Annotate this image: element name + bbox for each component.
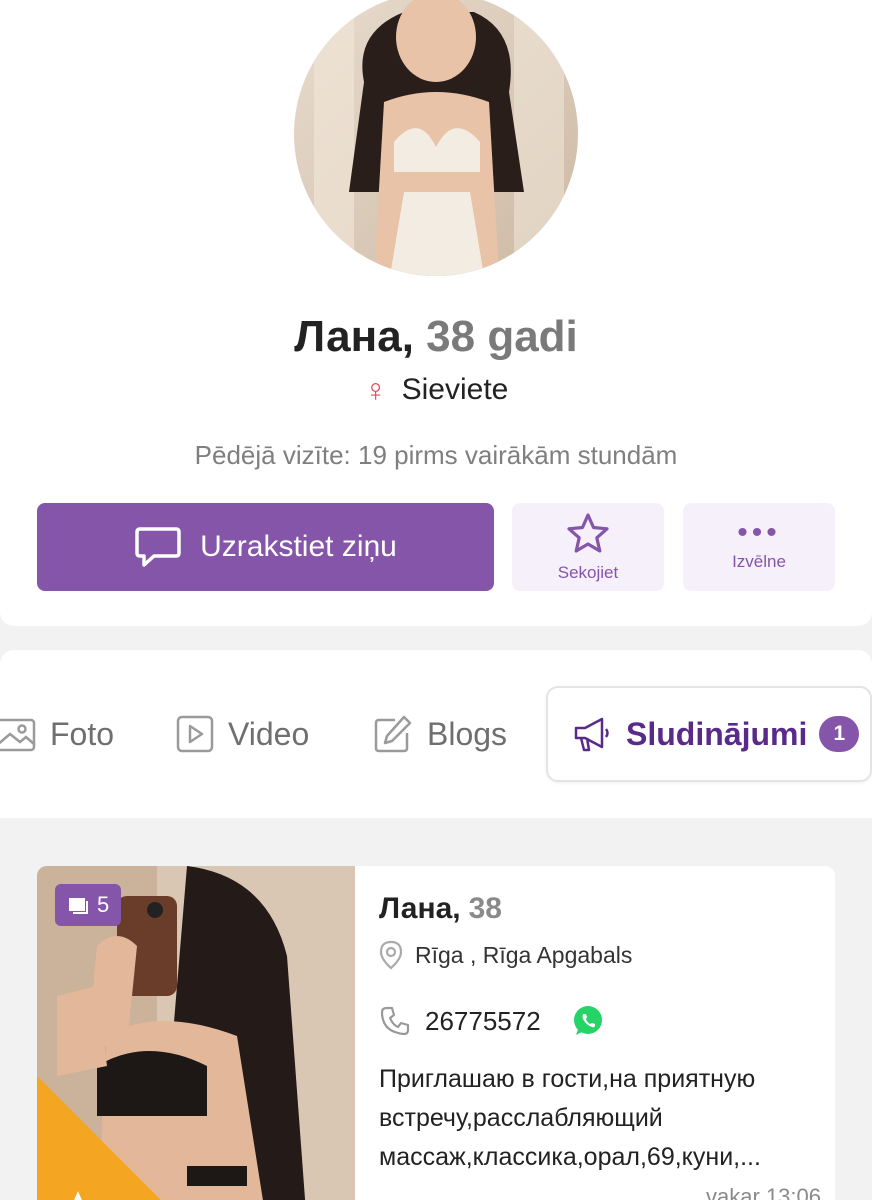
tab-foto-label: Foto xyxy=(50,715,115,752)
phone-icon xyxy=(379,1005,411,1037)
video-icon xyxy=(176,715,214,753)
more-dots-icon: ••• xyxy=(737,516,781,549)
ad-location: Rīga , Rīga Apgabals xyxy=(379,940,632,970)
profile-name: Лана, xyxy=(294,312,414,361)
location-pin-icon xyxy=(379,940,403,970)
chat-icon xyxy=(134,525,182,569)
profile-card: Лана, 38 gadi ♀ Sieviete Pēdējā vizīte: 1… xyxy=(0,0,872,626)
ad-body: Лана, 38 Rīga , Rīga Apgabals 26775572 Пр… xyxy=(379,866,835,1200)
tab-ads[interactable]: Sludinājumi 1 xyxy=(546,686,872,782)
follow-button[interactable]: Sekojiet xyxy=(512,503,664,591)
female-icon: ♀ xyxy=(363,372,388,408)
ad-name: Лана, xyxy=(379,892,461,925)
ad-photo[interactable]: 5 xyxy=(37,866,355,1200)
last-visit: Pēdējā vizīte: 19 pirms vairākām stundām xyxy=(194,440,678,470)
ad-phone[interactable]: 26775572 xyxy=(379,1004,605,1038)
gender-line: ♀ Sieviete xyxy=(0,372,872,409)
vip-star-icon xyxy=(74,1191,82,1200)
tab-video-label: Video xyxy=(228,715,310,752)
photo-count-badge[interactable]: 5 xyxy=(55,884,122,926)
ad-location-text: Rīga , Rīga Apgabals xyxy=(415,941,633,968)
ads-count-badge: 1 xyxy=(819,716,860,752)
ad-name-age[interactable]: Лана, 38 xyxy=(379,892,502,926)
menu-button[interactable]: ••• Izvēlne xyxy=(683,503,835,591)
megaphone-icon xyxy=(574,717,609,752)
gallery-icon xyxy=(69,898,88,914)
profile-age: 38 gadi xyxy=(426,312,578,361)
photo-count: 5 xyxy=(97,892,110,917)
ad-timestamp: vakar 13:06 xyxy=(706,1184,821,1200)
vip-corner xyxy=(37,1076,187,1200)
tab-ads-label: Sludinājumi xyxy=(626,715,808,752)
menu-label: Izvēlne xyxy=(732,552,786,571)
write-message-button[interactable]: Uzrakstiet ziņu xyxy=(37,503,494,591)
ad-description: Приглашаю в гости,на приятную встречу,ра… xyxy=(379,1065,761,1171)
tab-video[interactable]: Video xyxy=(176,686,309,782)
gender-label: Sieviete xyxy=(401,373,509,406)
avatar[interactable] xyxy=(294,0,578,276)
ad-age: 38 xyxy=(468,892,502,925)
tab-foto[interactable]: Foto xyxy=(0,686,114,782)
ad-phone-number: 26775572 xyxy=(425,1005,541,1036)
edit-icon xyxy=(374,715,412,753)
star-icon xyxy=(566,512,610,559)
ad-card[interactable]: 5 Лана, 38 Rīga , Rīga Apgabals 26775572 … xyxy=(37,866,835,1200)
image-icon xyxy=(0,718,36,752)
tab-blogs[interactable]: Blogs xyxy=(373,686,507,782)
tab-blogs-label: Blogs xyxy=(427,715,508,752)
follow-label: Sekojiet xyxy=(557,562,619,582)
whatsapp-icon[interactable] xyxy=(571,1004,605,1038)
profile-name-age: Лана, 38 gadi xyxy=(0,312,872,362)
write-message-label: Uzrakstiet ziņu xyxy=(200,530,397,563)
